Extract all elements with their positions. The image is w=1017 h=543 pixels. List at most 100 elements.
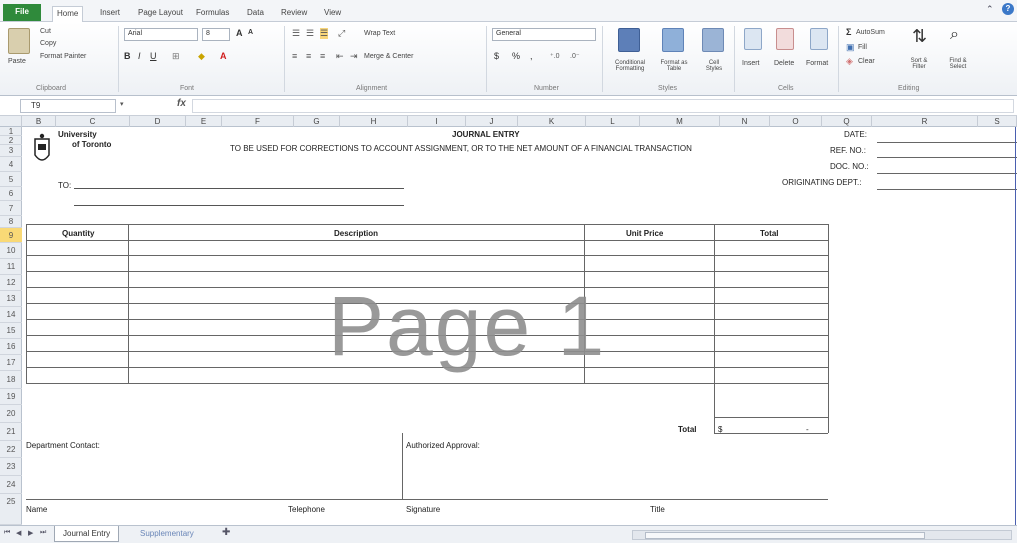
wrap-text-button[interactable]: Wrap Text <box>364 30 395 37</box>
row-header[interactable]: 3 <box>0 145 22 157</box>
row-header[interactable]: 19 <box>0 389 22 405</box>
column-header[interactable]: R <box>872 116 978 127</box>
underline-icon[interactable]: U <box>150 51 157 61</box>
column-header[interactable]: C <box>56 116 130 127</box>
next-sheet-icon[interactable]: ▶ <box>28 529 33 537</box>
autosum-button[interactable]: AutoSum <box>856 29 885 36</box>
tab-data[interactable]: Data <box>243 6 268 22</box>
name-box-dropdown-icon[interactable]: ▾ <box>120 100 124 108</box>
format-cells-icon[interactable] <box>810 28 828 50</box>
row-header[interactable]: 7 <box>0 201 22 216</box>
row-header[interactable]: 18 <box>0 371 22 389</box>
column-header[interactable]: L <box>586 116 640 127</box>
sort-filter-icon[interactable]: ⇅ <box>912 26 927 47</box>
column-header[interactable]: H <box>340 116 408 127</box>
clear-button[interactable]: Clear <box>858 58 875 65</box>
italic-icon[interactable]: I <box>138 51 141 61</box>
sheet-tab-supplementary[interactable]: Supplementary <box>132 526 202 542</box>
tab-file[interactable]: File <box>3 4 41 21</box>
find-select-button[interactable]: Find & Select <box>942 58 974 70</box>
align-right-icon[interactable]: ≡ <box>320 51 325 61</box>
column-header[interactable]: I <box>408 116 466 127</box>
delete-cells-icon[interactable] <box>776 28 794 50</box>
sort-filter-button[interactable]: Sort & Filter <box>904 58 934 70</box>
font-color-icon[interactable]: A <box>220 51 227 61</box>
conditional-formatting-icon[interactable] <box>618 28 640 52</box>
row-header[interactable]: 15 <box>0 323 22 339</box>
delete-cells-button[interactable]: Delete <box>774 60 794 67</box>
row-header[interactable]: 6 <box>0 187 22 201</box>
column-header[interactable]: D <box>130 116 186 127</box>
last-sheet-icon[interactable]: ⏭ <box>40 529 46 537</box>
shrink-font-icon[interactable]: A <box>248 29 253 36</box>
insert-function-icon[interactable]: fx <box>177 98 186 109</box>
column-header[interactable]: G <box>294 116 340 127</box>
row-header-selected[interactable]: 9 <box>0 228 22 243</box>
align-top-icon[interactable]: ☰ <box>292 28 300 39</box>
row-header[interactable]: 1 <box>0 127 22 136</box>
row-header[interactable]: 22 <box>0 441 22 458</box>
format-cells-button[interactable]: Format <box>806 60 828 67</box>
prev-sheet-icon[interactable]: ◀ <box>16 529 21 537</box>
date-field-line[interactable] <box>877 142 1017 143</box>
tab-formulas[interactable]: Formulas <box>192 6 233 22</box>
row-header[interactable]: 2 <box>0 136 22 145</box>
percent-button[interactable]: % <box>512 51 520 61</box>
row-header[interactable]: 8 <box>0 216 22 228</box>
row-header[interactable]: 17 <box>0 355 22 371</box>
horizontal-scrollbar[interactable] <box>632 530 1012 540</box>
column-header[interactable]: O <box>770 116 822 127</box>
decrease-indent-icon[interactable]: ⇤ <box>336 51 344 62</box>
align-left-icon[interactable]: ≡ <box>292 51 297 61</box>
increase-decimal-icon[interactable]: ⁺.0 <box>550 52 560 60</box>
cell-styles-button[interactable]: Cell Styles <box>700 60 728 72</box>
find-select-icon[interactable]: ⌕ <box>950 26 959 44</box>
row-header[interactable]: 16 <box>0 339 22 355</box>
row-header[interactable]: 11 <box>0 259 22 275</box>
row-header[interactable]: 12 <box>0 275 22 291</box>
bold-icon[interactable]: B <box>124 51 131 61</box>
column-header[interactable]: S <box>978 116 1017 127</box>
column-header[interactable]: B <box>22 116 56 127</box>
row-header[interactable]: 13 <box>0 291 22 307</box>
comma-button[interactable]: , <box>530 51 533 61</box>
align-middle-icon[interactable]: ☰ <box>306 28 314 39</box>
row-header[interactable]: 10 <box>0 243 22 259</box>
paste-button[interactable]: Paste <box>8 58 26 65</box>
cell-styles-icon[interactable] <box>702 28 724 52</box>
orientation-icon[interactable]: ⤢ <box>338 28 345 39</box>
name-box[interactable]: T9 <box>20 99 116 113</box>
font-name-select[interactable]: Arial <box>124 28 198 41</box>
sheet-tab-journal-entry[interactable]: Journal Entry <box>54 526 120 542</box>
font-size-select[interactable]: 8 <box>202 28 230 41</box>
minimize-ribbon-icon[interactable]: ⌃ <box>986 4 994 15</box>
row-header[interactable]: 25 <box>0 494 22 525</box>
copy-button[interactable]: Copy <box>40 40 56 47</box>
ref-no-field-line[interactable] <box>877 157 1017 158</box>
tab-home[interactable]: Home <box>52 6 84 22</box>
insert-cells-icon[interactable] <box>744 28 762 50</box>
row-header[interactable]: 5 <box>0 172 22 187</box>
tab-insert[interactable]: Insert <box>96 6 124 22</box>
autosum-icon[interactable]: Σ <box>846 27 851 37</box>
first-sheet-icon[interactable]: ⏮ <box>4 529 10 537</box>
currency-button[interactable]: $ <box>494 51 499 61</box>
fill-button[interactable]: Fill <box>858 44 867 51</box>
row-header[interactable]: 24 <box>0 476 22 494</box>
format-painter-button[interactable]: Format Painter <box>40 53 86 60</box>
merge-center-button[interactable]: Merge & Center <box>364 53 413 60</box>
column-header[interactable]: N <box>720 116 770 127</box>
column-header[interactable]: K <box>518 116 586 127</box>
clear-icon[interactable]: ◈ <box>846 56 853 67</box>
fill-color-icon[interactable]: ◆ <box>198 51 205 62</box>
grow-font-icon[interactable]: A <box>236 28 243 38</box>
tab-review[interactable]: Review <box>277 6 311 22</box>
align-bottom-icon[interactable]: ☰ <box>320 28 329 39</box>
format-as-table-icon[interactable] <box>662 28 684 52</box>
formula-input[interactable] <box>192 99 1014 113</box>
row-header[interactable]: 20 <box>0 405 22 423</box>
conditional-formatting-button[interactable]: Conditional Formatting <box>606 60 654 72</box>
help-icon[interactable]: ? <box>1002 3 1014 15</box>
paste-icon[interactable] <box>8 28 30 54</box>
column-header[interactable]: Q <box>822 116 872 127</box>
